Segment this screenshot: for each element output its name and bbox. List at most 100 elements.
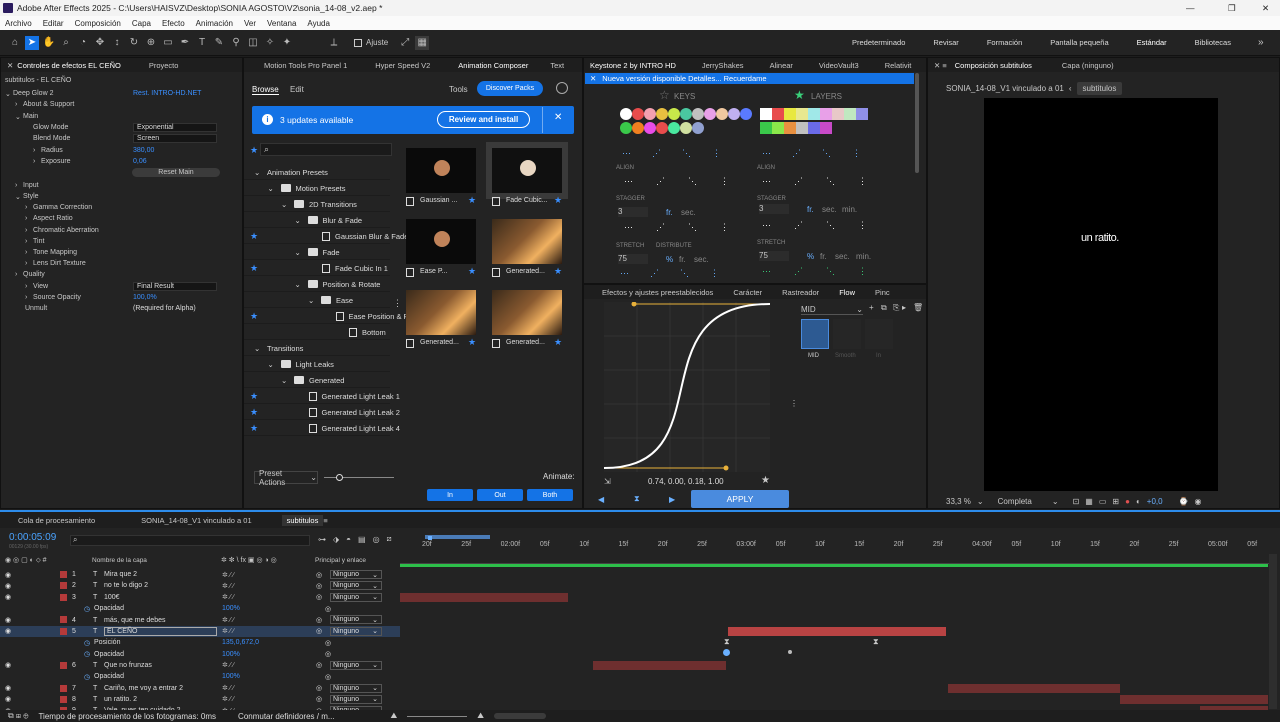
keyframe-tool-icon[interactable]: ⋮ [720,176,729,187]
disclosure-arrow-icon[interactable]: › [15,271,23,278]
layer-color-swatch[interactable] [772,108,784,120]
layer-color-swatch[interactable] [808,122,820,134]
easing-curve-graph[interactable] [604,302,770,472]
star-icon[interactable]: ★ [554,266,562,277]
effect-prop-value[interactable]: 0,06 [133,158,147,165]
star-icon[interactable]: ★ [250,423,258,434]
layer-color-swatch[interactable] [784,108,796,120]
slider-handle[interactable] [336,474,343,481]
puppet-tool-icon[interactable]: ✦ [280,36,294,50]
preset-tree-item[interactable]: Bottom [244,325,390,340]
preset-smooth[interactable] [833,319,861,349]
workspace-revisar[interactable]: Revisar [933,38,958,47]
stagger-unit-min-2[interactable]: min. [842,205,857,214]
preset-mid[interactable] [801,319,829,349]
keyframe-tool-icon[interactable]: ⋯ [762,266,771,277]
disclosure-arrow-icon[interactable]: › [25,249,33,256]
disclosure-arrow-icon[interactable]: › [15,182,23,189]
stretch-input-2[interactable]: 75 [759,251,789,261]
keystone-scrollbar[interactable] [915,73,919,173]
breadcrumb-parent[interactable]: SONIA_14-08_V1 vinculado a 01 [946,84,1064,93]
snapshot-icon[interactable]: ⌚ [1179,497,1189,506]
layer-label-color[interactable] [60,582,67,590]
parent-dropdown[interactable]: Ninguno ⌄ [330,626,382,636]
layer-property-row[interactable]: ◷ Opacidad 100% ◎ [0,648,400,659]
effect-prop-row[interactable]: › About & Support [15,99,74,110]
effect-prop-row[interactable]: Glow Mode Exponential [33,122,217,133]
effect-prop-value[interactable]: Exponential [133,123,217,132]
workspace-estandar[interactable]: Estándar [1137,38,1167,47]
tab-sonia-comp[interactable]: SONIA_14-08_V1 vinculado a 01 [141,516,252,525]
menu-ayuda[interactable]: Ayuda [307,19,330,28]
delete-preset-icon[interactable]: 🗑 [913,303,923,312]
pan-behind-icon[interactable]: ⊕ [144,36,158,50]
show-snapshot-icon[interactable]: ◉ [1195,497,1202,506]
time-ruler[interactable] [400,540,1270,564]
star-icon[interactable]: ★ [250,263,258,274]
effect-prop-row[interactable]: › Exposure 0,06 [33,156,147,167]
menu-composicion[interactable]: Composición [75,19,121,28]
layer-property-row[interactable]: ◷ Opacidad 100% ◎ [0,603,400,614]
effect-prop-row[interactable]: › Tone Mapping [25,247,77,258]
tab-layer[interactable]: Capa (ninguno) [1062,61,1114,70]
orbit-icon[interactable]: ◔ [76,36,90,50]
key-color-swatch[interactable] [692,122,704,134]
breadcrumb-current[interactable]: subtitulos [1076,82,1123,95]
effect-prop-value[interactable]: Final Result [133,282,217,291]
zoom-value[interactable]: 33,3 % [946,497,971,506]
close-comp-tab-icon[interactable]: ✕ ≡ [934,61,947,70]
keyframe-tool-icon[interactable]: ⋮ [858,266,867,277]
layer-color-swatch[interactable] [808,108,820,120]
home-icon[interactable]: ⌂ [8,36,22,50]
chevron-down-icon[interactable]: ⌄ [308,296,314,305]
chevron-down-icon[interactable]: ⌄ [268,184,274,193]
layer-row[interactable]: ◉ 1 T Mira que 2 ✲ ⁄ ∕ ◎ Ninguno ⌄ [0,569,400,580]
draft-3d-icon[interactable]: ⬗ [333,535,339,544]
effect-prop-value[interactable]: (Required for Alpha) [133,305,196,312]
chevron-down-icon[interactable]: ⌄ [1052,497,1059,506]
keyframe-tool-icon[interactable]: ⋮ [852,148,861,159]
search-input[interactable]: ⌕ [260,143,392,156]
layer-color-swatch[interactable] [832,108,844,120]
star-icon[interactable]: ★ [468,266,476,277]
close-icon[interactable]: ✕ [1262,3,1269,14]
visibility-eye-icon[interactable]: ◉ [5,684,11,692]
pick-whip-icon[interactable]: ◎ [316,593,322,601]
keyframe-tool-icon[interactable]: ⋮ [720,222,729,233]
keyframe-tool-icon[interactable]: ⋱ [826,176,835,187]
save-preset-icon[interactable]: ⎘ [893,303,899,313]
tab-paint[interactable]: Pinc [875,288,890,297]
menu-animacion[interactable]: Animación [196,19,233,28]
transparency-icon[interactable]: ▦ [1085,497,1093,506]
disclosure-arrow-icon[interactable]: › [25,238,33,245]
keyframe-icon[interactable]: ⧗ [724,637,730,647]
preset-tree-item[interactable]: ★ Generated Light Leak 2 [244,405,400,420]
tab-tracker[interactable]: Rastreador [782,288,819,297]
preset-dropdown[interactable]: MID ⌄ [801,304,863,315]
keyframe-icon[interactable]: ⧗ [873,637,879,647]
key-color-swatch[interactable] [644,122,656,134]
disclosure-arrow-icon[interactable]: › [25,283,33,290]
layer-color-swatch[interactable] [796,108,808,120]
layer-row[interactable]: ◉ 2 Tno te lo digo 2 ✲ ⁄ ∕ ◎ Ninguno ⌄ [0,580,400,591]
layer-row[interactable]: ◉ 7 T Cariño, me voy a entrar 2 ✲ ⁄ ∕ ◎ Ningun… [0,683,400,694]
key-color-swatch[interactable] [728,108,740,120]
browse-tab[interactable]: Browse [252,85,279,95]
layer-switch-icons[interactable]: ✲ ⁄ ∕ [222,684,234,692]
star-icon[interactable]: ★ [250,231,258,242]
visibility-eye-icon[interactable]: ◉ [5,661,11,669]
layer-row[interactable]: ◉ 5 T EL CEÑO ✲ ⁄ ∕ ◎ Ninguno ⌄ [0,625,400,638]
parent-dropdown[interactable]: Ninguno ⌄ [330,615,382,625]
expression-pick-whip-icon[interactable]: ◎ [325,639,331,647]
layer-name[interactable]: 100€ [104,594,120,601]
keyframe-tool-icon[interactable]: ⋰ [650,268,659,279]
star-icon[interactable]: ★ [250,407,258,418]
effect-prop-row[interactable]: › Chromatic Aberration [25,225,99,236]
chevron-down-icon[interactable]: ⌄ [281,200,287,209]
parent-dropdown[interactable]: Ninguno ⌄ [330,570,382,579]
parent-dropdown[interactable]: Ninguno ⌄ [330,694,382,704]
keyframe-tool-icon[interactable]: ⋰ [792,148,801,159]
layer-switch-icons[interactable]: ✲ ⁄ ∕ [222,571,234,579]
layer-row[interactable]: ◉ 6 T Que no frunzas ✲ ⁄ ∕ ◎ Ninguno ⌄ [0,660,400,671]
keyframe-tool-icon[interactable]: ⋰ [656,222,665,233]
